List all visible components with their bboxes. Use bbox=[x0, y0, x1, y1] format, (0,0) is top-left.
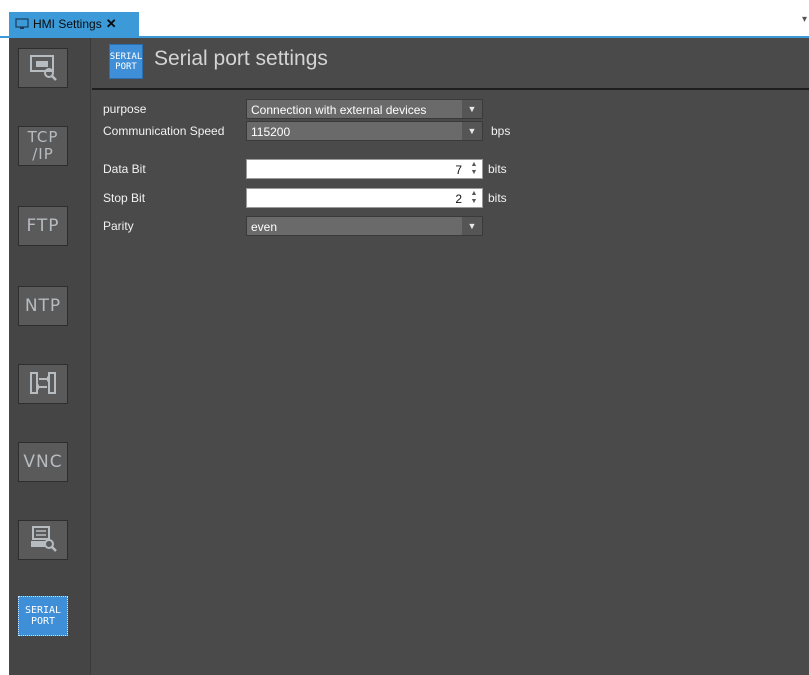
speed-select[interactable]: 115200 ▼ bbox=[246, 121, 483, 141]
sidebar-item-tcpip[interactable]: TCP /IP bbox=[18, 126, 68, 166]
tcpip-icon: TCP /IP bbox=[28, 129, 59, 163]
stop-bit-stepper[interactable]: 2 ▲ ▼ bbox=[246, 188, 483, 208]
stop-bit-value: 2 bbox=[455, 192, 462, 206]
sidebar-item-ntp[interactable]: NTP bbox=[18, 286, 68, 326]
header-icon-line2: PORT bbox=[115, 61, 137, 72]
close-icon[interactable]: ✕ bbox=[106, 16, 117, 32]
purpose-label: purpose bbox=[103, 102, 147, 116]
header-icon-line1: SERIAL bbox=[109, 51, 143, 62]
tab-hmi-settings[interactable]: HMI Settings ✕ bbox=[9, 12, 139, 36]
data-bit-label: Data Bit bbox=[103, 162, 146, 176]
sidebar-item-vnc[interactable]: VNC bbox=[18, 442, 68, 482]
chevron-down-icon[interactable]: ▼ bbox=[462, 122, 482, 140]
speed-label: Communication Speed bbox=[103, 124, 225, 138]
tab-menu-icon[interactable]: ▾ bbox=[802, 14, 807, 25]
parity-select[interactable]: even ▼ bbox=[246, 216, 483, 236]
tab-title: HMI Settings bbox=[33, 17, 102, 31]
hmi-settings-window: TCP /IP FTP NTP VNC SERIAL PORT SERIAL P… bbox=[9, 38, 809, 675]
stop-bit-row: Stop Bit 2 ▲ ▼ bits bbox=[92, 188, 809, 208]
settings-sidebar: TCP /IP FTP NTP VNC SERIAL PORT bbox=[9, 38, 91, 675]
tcpip-icon-line1: TCP bbox=[27, 128, 59, 146]
chevron-down-icon[interactable]: ▼ bbox=[462, 217, 482, 235]
sidebar-item-serial-port[interactable]: SERIAL PORT bbox=[18, 596, 68, 636]
serial-port-icon: SERIAL PORT bbox=[109, 44, 143, 79]
stop-bit-label: Stop Bit bbox=[103, 191, 146, 205]
sidebar-item-transfer[interactable] bbox=[18, 364, 68, 404]
tcpip-icon-line2: /IP bbox=[32, 145, 54, 163]
data-bit-value: 7 bbox=[455, 163, 462, 177]
speed-value: 115200 bbox=[251, 125, 291, 139]
purpose-value: Connection with external devices bbox=[251, 103, 427, 117]
serial-port-icon: SERIAL PORT bbox=[25, 605, 61, 627]
serial-port-icon-line2: PORT bbox=[30, 616, 56, 627]
parity-label: Parity bbox=[103, 219, 134, 233]
purpose-select[interactable]: Connection with external devices ▼ bbox=[246, 99, 483, 119]
purpose-row: purpose Connection with external devices… bbox=[92, 99, 809, 119]
chevron-down-icon[interactable]: ▼ bbox=[462, 100, 482, 118]
panel-header: SERIAL PORT Serial port settings bbox=[92, 38, 809, 90]
transfer-icon bbox=[28, 369, 58, 400]
parity-value: even bbox=[251, 220, 278, 234]
sidebar-item-ftp[interactable]: FTP bbox=[18, 206, 68, 246]
ftp-icon: FTP bbox=[26, 215, 60, 236]
page-title: Serial port settings bbox=[154, 47, 328, 70]
stop-bit-unit: bits bbox=[488, 191, 507, 205]
vnc-icon: VNC bbox=[23, 451, 63, 472]
serial-port-panel: SERIAL PORT Serial port settings purpose… bbox=[92, 38, 809, 675]
sidebar-item-screen-settings[interactable] bbox=[18, 48, 68, 88]
spin-updown-icon[interactable]: ▲ ▼ bbox=[469, 161, 479, 177]
speed-row: Communication Speed 115200 ▼ bps bbox=[92, 121, 809, 141]
data-bit-stepper[interactable]: 7 ▲ ▼ bbox=[246, 159, 483, 179]
parity-row: Parity even ▼ bbox=[92, 216, 809, 236]
monitor-icon bbox=[15, 18, 29, 30]
spin-updown-icon[interactable]: ▲ ▼ bbox=[469, 190, 479, 206]
data-bit-unit: bits bbox=[488, 162, 507, 176]
serial-port-icon-line1: SERIAL bbox=[24, 605, 62, 616]
ntp-icon: NTP bbox=[24, 295, 62, 316]
tab-strip: HMI Settings ✕ ▾ bbox=[0, 0, 809, 38]
speed-unit: bps bbox=[491, 124, 511, 138]
device-search-icon bbox=[28, 525, 58, 556]
monitor-search-icon bbox=[28, 53, 58, 84]
data-bit-row: Data Bit 7 ▲ ▼ bits bbox=[92, 159, 809, 179]
sidebar-item-maintenance[interactable] bbox=[18, 520, 68, 560]
